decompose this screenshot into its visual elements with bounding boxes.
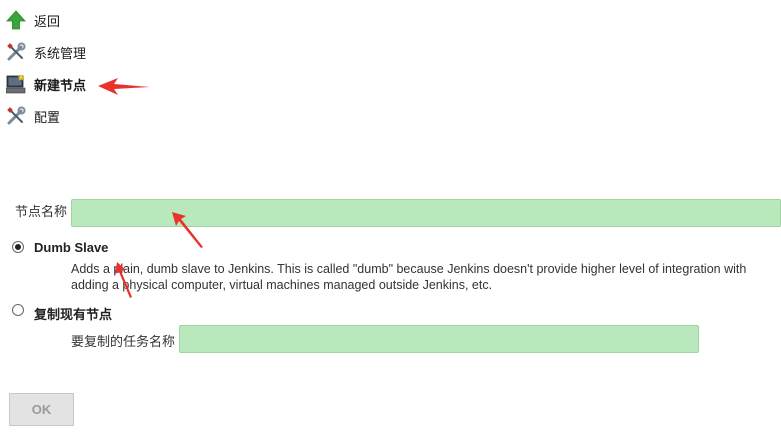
node-name-label: 节点名称 [15,204,68,219]
sidebar-item-back[interactable]: 返回 [6,9,60,31]
computer-icon [5,74,26,94]
copy-node-radio[interactable] [12,304,24,316]
sidebar-item-label: 系统管理 [34,45,87,61]
dumb-slave-radio[interactable] [12,241,24,253]
sidebar-item-manage[interactable]: 系统管理 [6,41,86,63]
copy-from-input[interactable] [179,325,699,353]
copy-from-label: 要复制的任务名称 [71,334,176,349]
dumb-slave-description-line1: Adds a plain, dumb slave to Jenkins. Thi… [71,262,747,276]
wrench-screwdriver-icon [6,106,26,126]
sidebar-item-label: 配置 [34,109,61,125]
up-arrow-icon [6,10,26,30]
copy-node-label[interactable]: 复制现有节点 [34,304,112,323]
sidebar-item-label: 返回 [34,13,61,29]
annotation-arrow-icon [98,78,150,95]
sidebar-item-configure[interactable]: 配置 [6,105,60,127]
annotation-arrow-icon [172,212,203,248]
ok-button[interactable]: OK [9,393,74,426]
wrench-screwdriver-icon [6,42,26,62]
dumb-slave-label[interactable]: Dumb Slave [34,240,108,255]
sidebar-item-new-node[interactable]: 新建节点 [5,73,87,95]
sidebar-item-label: 新建节点 [34,77,87,93]
annotation-arrow-icon [115,262,132,298]
